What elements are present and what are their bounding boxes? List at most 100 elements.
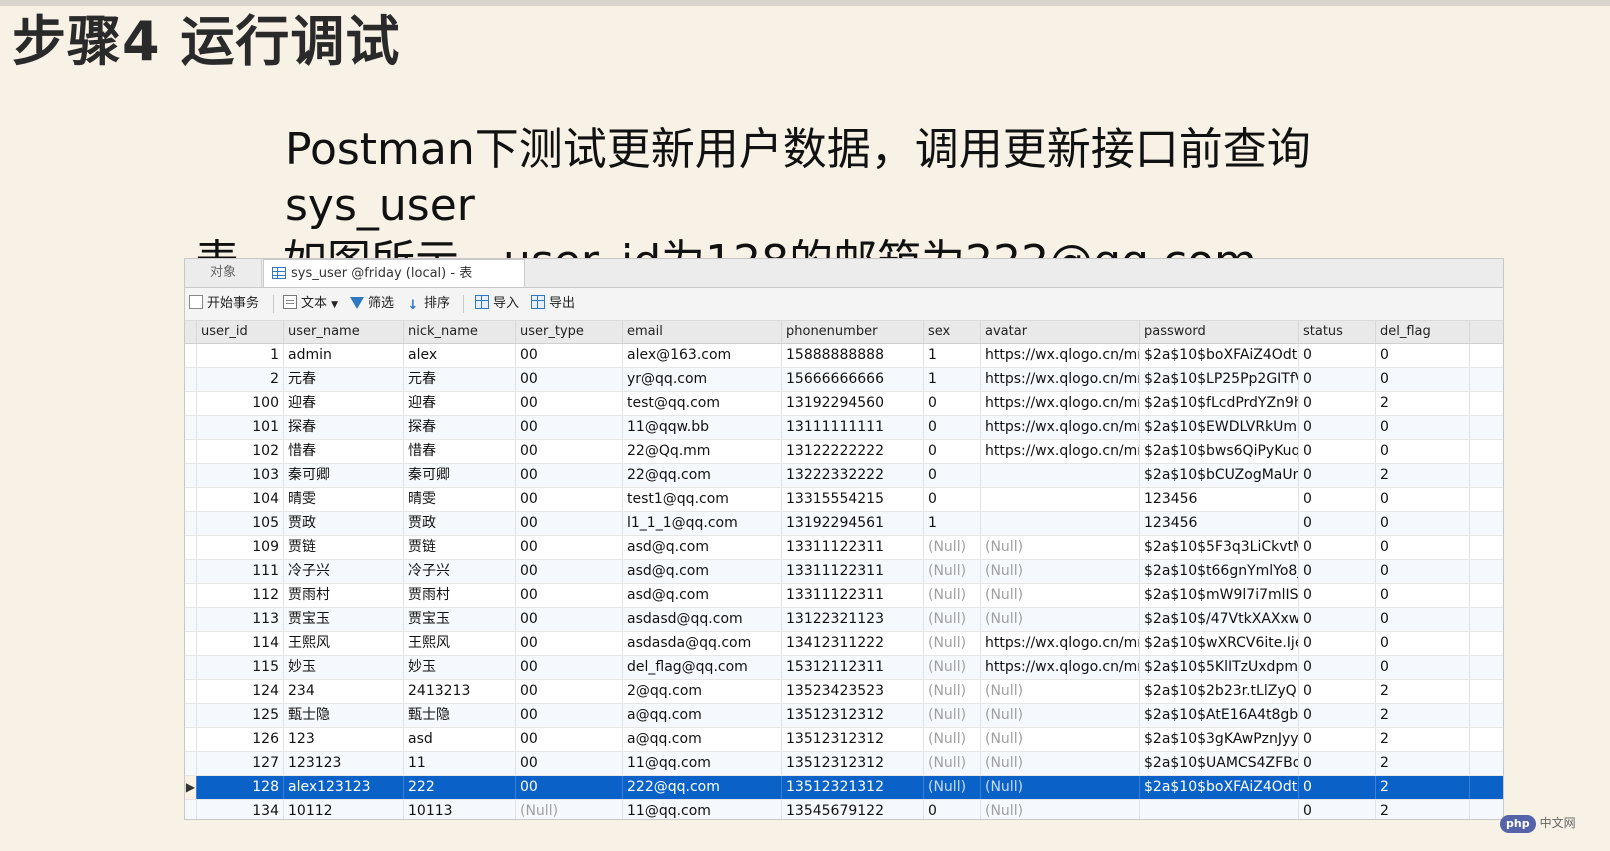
cell-user-name[interactable]: 秦可卿 — [284, 464, 404, 487]
cell-email[interactable]: del_flag@qq.com — [623, 656, 782, 679]
cell-phonenumber[interactable]: 13111111111 — [782, 416, 924, 439]
cell-user-id[interactable]: 2 — [197, 368, 284, 391]
cell-email[interactable]: alex@163.com — [623, 344, 782, 367]
cell-del-flag[interactable]: 2 — [1376, 776, 1470, 799]
cell-user-id[interactable]: 100 — [197, 392, 284, 415]
cell-password[interactable]: $2a$10$wXRCV6ite.IjeRuh — [1140, 632, 1299, 655]
cell-avatar[interactable]: (Null) — [981, 752, 1140, 775]
cell-sex[interactable]: 0 — [924, 392, 981, 415]
cell-password[interactable]: $2a$10$bws6QiPyKuqDGj — [1140, 440, 1299, 463]
cell-email[interactable]: 11@qq.com — [623, 752, 782, 775]
cell-sex[interactable]: 0 — [924, 440, 981, 463]
cell-sex[interactable]: (Null) — [924, 728, 981, 751]
cell-user-name[interactable]: 10112 — [284, 800, 404, 819]
cell-del-flag[interactable]: 0 — [1376, 608, 1470, 631]
table-row[interactable]: 113 贾宝玉 贾宝玉 00 asdasd@qq.com 13122321123 (Null… — [185, 608, 1503, 632]
table-row[interactable]: 126 123 asd 00 a@qq.com 13512312312 (Null) (Nul… — [185, 728, 1503, 752]
column-header-avatar[interactable]: avatar — [981, 321, 1140, 343]
cell-user-type[interactable]: 00 — [516, 392, 623, 415]
cell-email[interactable]: 22@qq.com — [623, 464, 782, 487]
cell-del-flag[interactable]: 0 — [1376, 488, 1470, 511]
table-row[interactable]: 115 妙玉 妙玉 00 del_flag@qq.com 15312112311 (Null… — [185, 656, 1503, 680]
cell-del-flag[interactable]: 2 — [1376, 800, 1470, 819]
cell-user-type[interactable]: 00 — [516, 464, 623, 487]
cell-phonenumber[interactable]: 13512312312 — [782, 728, 924, 751]
cell-sex[interactable]: (Null) — [924, 656, 981, 679]
cell-phonenumber[interactable]: 13512312312 — [782, 704, 924, 727]
cell-email[interactable]: asdasda@qq.com — [623, 632, 782, 655]
cell-del-flag[interactable]: 0 — [1376, 536, 1470, 559]
cell-user-name[interactable]: 晴雯 — [284, 488, 404, 511]
cell-email[interactable]: asd@q.com — [623, 584, 782, 607]
cell-password[interactable]: $2a$10$boXFAiZ4OdtZiT2 — [1140, 344, 1299, 367]
cell-phonenumber[interactable]: 15312112311 — [782, 656, 924, 679]
cell-user-name[interactable]: 贾雨村 — [284, 584, 404, 607]
cell-password[interactable]: $2a$10$/47VtkXAXxw15J — [1140, 608, 1299, 631]
cell-user-id[interactable]: 127 — [197, 752, 284, 775]
cell-nick-name[interactable]: 迎春 — [404, 392, 516, 415]
cell-phonenumber[interactable]: 13192294560 — [782, 392, 924, 415]
cell-password[interactable]: $2a$10$AtE16A4t8gbVfB1 — [1140, 704, 1299, 727]
cell-status[interactable]: 0 — [1299, 680, 1376, 703]
cell-email[interactable]: yr@qq.com — [623, 368, 782, 391]
cell-nick-name[interactable]: 秦可卿 — [404, 464, 516, 487]
cell-user-type[interactable]: 00 — [516, 344, 623, 367]
cell-user-id[interactable]: 109 — [197, 536, 284, 559]
cell-avatar[interactable]: (Null) — [981, 776, 1140, 799]
cell-status[interactable]: 0 — [1299, 464, 1376, 487]
cell-sex[interactable]: 1 — [924, 512, 981, 535]
table-row[interactable]: 112 贾雨村 贾雨村 00 asd@q.com 13311122311 (Null) (Nu… — [185, 584, 1503, 608]
text-button[interactable]: 文本 ▼ — [283, 288, 338, 320]
cell-avatar[interactable]: (Null) — [981, 584, 1140, 607]
cell-sex[interactable]: (Null) — [924, 680, 981, 703]
cell-password[interactable]: $2a$10$2b23r.tLlZyQP02u — [1140, 680, 1299, 703]
cell-email[interactable]: l1_1_1@qq.com — [623, 512, 782, 535]
cell-password[interactable]: $2a$10$boXFAiZ4OdtZiT2 — [1140, 776, 1299, 799]
table-row[interactable]: 1 admin alex 00 alex@163.com 15888888888 1 http… — [185, 344, 1503, 368]
column-header-password[interactable]: password — [1140, 321, 1299, 343]
tab-sys-user[interactable]: sys_user @friday (local) - 表 — [263, 259, 525, 287]
cell-user-name[interactable]: alex123123 — [284, 776, 404, 799]
cell-nick-name[interactable]: alex — [404, 344, 516, 367]
cell-nick-name[interactable]: 贾链 — [404, 536, 516, 559]
cell-del-flag[interactable]: 2 — [1376, 680, 1470, 703]
cell-phonenumber[interactable]: 13311122311 — [782, 560, 924, 583]
cell-email[interactable]: 2@qq.com — [623, 680, 782, 703]
cell-user-name[interactable]: 惜春 — [284, 440, 404, 463]
cell-sex[interactable]: (Null) — [924, 560, 981, 583]
column-header-email[interactable]: email — [623, 321, 782, 343]
cell-status[interactable]: 0 — [1299, 536, 1376, 559]
table-row[interactable]: 101 探春 探春 00 11@qqw.bb 13111111111 0 https://wx… — [185, 416, 1503, 440]
cell-nick-name[interactable]: asd — [404, 728, 516, 751]
cell-status[interactable]: 0 — [1299, 752, 1376, 775]
cell-avatar[interactable]: (Null) — [981, 560, 1140, 583]
table-row[interactable]: 124 234 2413213 00 2@qq.com 13523423523 (Null)… — [185, 680, 1503, 704]
cell-user-type[interactable]: (Null) — [516, 800, 623, 819]
cell-sex[interactable]: 0 — [924, 488, 981, 511]
cell-avatar[interactable] — [981, 512, 1140, 535]
cell-user-type[interactable]: 00 — [516, 704, 623, 727]
cell-user-type[interactable]: 00 — [516, 608, 623, 631]
cell-user-id[interactable]: 114 — [197, 632, 284, 655]
cell-user-type[interactable]: 00 — [516, 560, 623, 583]
cell-email[interactable]: 11@qqw.bb — [623, 416, 782, 439]
cell-nick-name[interactable]: 妙玉 — [404, 656, 516, 679]
cell-password[interactable]: $2a$10$fLcdPrdYZn9hNh — [1140, 392, 1299, 415]
cell-del-flag[interactable]: 0 — [1376, 560, 1470, 583]
table-row[interactable]: 127 123123 11 00 11@qq.com 13512312312 (Null)(… — [185, 752, 1503, 776]
cell-sex[interactable]: 1 — [924, 368, 981, 391]
cell-user-id[interactable]: 112 — [197, 584, 284, 607]
cell-avatar[interactable] — [981, 488, 1140, 511]
cell-user-type[interactable]: 00 — [516, 728, 623, 751]
cell-avatar[interactable]: (Null) — [981, 728, 1140, 751]
cell-user-type[interactable]: 00 — [516, 512, 623, 535]
cell-sex[interactable]: 1 — [924, 344, 981, 367]
cell-status[interactable]: 0 — [1299, 656, 1376, 679]
cell-email[interactable]: 11@qq.com — [623, 800, 782, 819]
cell-user-id[interactable]: 104 — [197, 488, 284, 511]
cell-user-type[interactable]: 00 — [516, 536, 623, 559]
cell-sex[interactable]: (Null) — [924, 752, 981, 775]
cell-email[interactable]: 22@Qq.mm — [623, 440, 782, 463]
cell-avatar[interactable] — [981, 464, 1140, 487]
table-row[interactable]: 2 元春 元春 00 yr@qq.com 15666666666 1 https://wx.q… — [185, 368, 1503, 392]
